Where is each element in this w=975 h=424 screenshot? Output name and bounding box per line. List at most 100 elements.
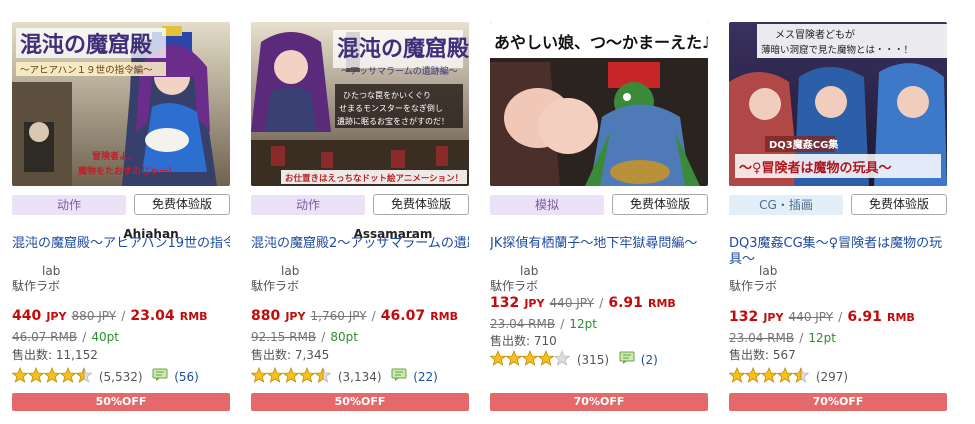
cover-caption-text: お仕置きはえっちなドット絵アニメーション！ [285,173,463,184]
product-thumbnail[interactable]: 混沌の魔窟殿 〜アッサマラームの遺跡編〜 ひたつな罠をかいくぐり せまるモンスタ… [251,22,469,186]
price-separator: / [82,330,87,344]
circle-romaji: lab [42,264,61,278]
cover-logo-text: DQ3魔姦CG集 [769,138,839,151]
review-comment-icon[interactable] [619,351,635,368]
sale-price-jpy: 132 [729,309,759,325]
original-price-rmb: 46.07 RMB [12,330,78,344]
product-card: 混沌の魔窟殿 〜アヒアハン１９世の指令編〜 冒険者よ、 魔物をたおすのじゃー！ … [11,0,232,424]
genre-tag[interactable]: 动作 [251,195,365,215]
review-comment-icon[interactable] [391,368,407,385]
discount-badge: 50%OFF [251,393,469,411]
cover-logo-text: 混沌の魔窟殿 [20,32,153,58]
sale-price-rmb: 46.07 [380,308,426,324]
circle-romaji: lab [759,264,778,278]
star-rating[interactable] [489,349,571,369]
star-icon [776,366,794,383]
free-trial-button[interactable]: 免费体验版 [134,194,230,215]
price-line: 132 JPY 440 JPY / 6.91 RMB [729,306,915,325]
circle-romaji: lab [281,264,300,278]
circle-romaji: lab [520,264,539,278]
sale-price-rmb: 23.04 [130,308,175,324]
currency-rmb: RMB [647,297,676,310]
product-thumbnail[interactable]: メス冒険者どもが 薄暗い洞窟で見た魔物とは・・・！ DQ3魔姦CG集 〜♀冒険者… [729,22,947,186]
sales-count: 售出数: 567 [729,348,796,362]
star-icon [11,366,29,383]
cover-logo-text: メス冒険者どもが [775,28,855,41]
free-trial-button[interactable]: 免费体验版 [851,194,947,215]
original-price-jpy: 1,760 JPY [310,309,367,323]
cover-subtitle-text: 〜アッサマラームの遺跡編〜 [341,65,458,77]
product-thumbnail[interactable]: 混沌の魔窟殿 〜アヒアハン１９世の指令編〜 冒険者よ、 魔物をたおすのじゃー！ [12,22,230,186]
cover-logo-text: 薄暗い洞窟で見た魔物とは・・・！ [761,44,913,56]
product-title-link[interactable]: JK探偵有栖蘭子～地下牢獄尋問編～ [490,236,708,261]
sale-price-rmb: 6.91 [608,295,643,311]
genre-tag[interactable]: 模拟 [490,195,604,215]
sales-count: 售出数: 7,345 [251,348,330,362]
product-card: メス冒険者どもが 薄暗い洞窟で見た魔物とは・・・！ DQ3魔姦CG集 〜♀冒険者… [728,0,949,424]
sale-price-rmb: 6.91 [847,309,882,325]
product-thumbnail[interactable]: あやしい娘、つ〜かまーえた♪ [490,22,708,186]
star-icon [250,366,268,383]
rating-count: (5,532) [98,369,143,384]
points-line: 92.15 RMB / 80pt [251,326,358,345]
review-count-link[interactable]: (22) [413,370,438,384]
star-half-icon [75,367,85,383]
sales-count: 售出数: 710 [490,334,557,348]
rating-count: (3,134) [337,369,382,384]
points-line: 23.04 RMB / 12pt [490,313,597,332]
star-rating[interactable] [728,366,810,386]
circle-link[interactable]: 駄作ラボ [729,277,777,294]
price-separator: / [799,331,804,345]
star-icon [59,366,77,383]
original-price-rmb: 23.04 RMB [490,317,556,331]
free-trial-button[interactable]: 免费体验版 [373,194,469,215]
review-comment-icon[interactable] [152,368,168,385]
cover-art-image: 混沌の魔窟殿 〜アヒアハン１９世の指令編〜 冒険者よ、 魔物をたおすのじゃー！ [12,22,230,186]
discount-badge: 70%OFF [490,393,708,411]
star-rating[interactable] [11,366,93,386]
price-line: 132 JPY 440 JPY / 6.91 RMB [490,292,676,311]
star-icon [728,366,746,383]
cover-logo-text: あやしい娘、つ〜かまーえた♪ [494,33,708,52]
free-trial-button[interactable]: 免费体验版 [612,194,708,215]
rating-row: (315) (2) [489,349,658,369]
star-icon [521,349,539,366]
price-separator: / [560,317,565,331]
price-line: 880 JPY 1,760 JPY / 46.07 RMB [251,305,458,324]
cover-caption-text: 遺跡に眠るお宝をさがすのだ！ [337,116,449,126]
currency-jpy: JPY [285,310,306,323]
circle-link[interactable]: 駄作ラボ [251,277,299,294]
star-icon [266,366,284,383]
rating-row: (297) [728,366,849,386]
circle-link[interactable]: 駄作ラボ [12,277,60,294]
review-count-link[interactable]: (2) [641,353,658,367]
discount-badge: 70%OFF [729,393,947,411]
cover-logo-text: 混沌の魔窟殿 [337,36,469,62]
cover-art-image: メス冒険者どもが 薄暗い洞窟で見た魔物とは・・・！ DQ3魔姦CG集 〜♀冒険者… [729,22,947,186]
genre-tag[interactable]: CG・插画 [729,195,843,215]
product-title-link[interactable]: 混沌の魔窟殿2～アッサマラームの遺跡編 [251,236,469,261]
review-count-link[interactable]: (56) [174,370,199,384]
currency-jpy: JPY [763,311,784,324]
product-card: 混沌の魔窟殿 〜アッサマラームの遺跡編〜 ひたつな罠をかいくぐり せまるモンスタ… [250,0,471,424]
cover-caption-text: ひたつな罠をかいくぐり [343,91,431,100]
points: 80pt [330,330,358,344]
cover-caption-text: せまるモンスターをなぎ倒し [339,103,443,113]
rating-count: (315) [576,352,610,367]
star-icon [43,366,61,383]
price-separator: / [121,309,126,323]
product-title-link[interactable]: 混沌の魔窟殿～アヒアハン19世の指令編 [12,236,230,261]
price-separator: / [838,310,843,324]
price-separator: / [321,330,326,344]
star-icon [505,349,523,366]
star-empty-icon [553,349,571,366]
star-icon [27,366,45,383]
star-icon [298,366,316,383]
points: 12pt [569,317,597,331]
sale-price-jpy: 440 [12,308,42,324]
price-separator: / [599,296,604,310]
rating-count: (297) [815,369,849,384]
star-rating[interactable] [250,366,332,386]
cover-art-image: あやしい娘、つ〜かまーえた♪ [490,22,708,186]
genre-tag[interactable]: 动作 [12,195,126,215]
